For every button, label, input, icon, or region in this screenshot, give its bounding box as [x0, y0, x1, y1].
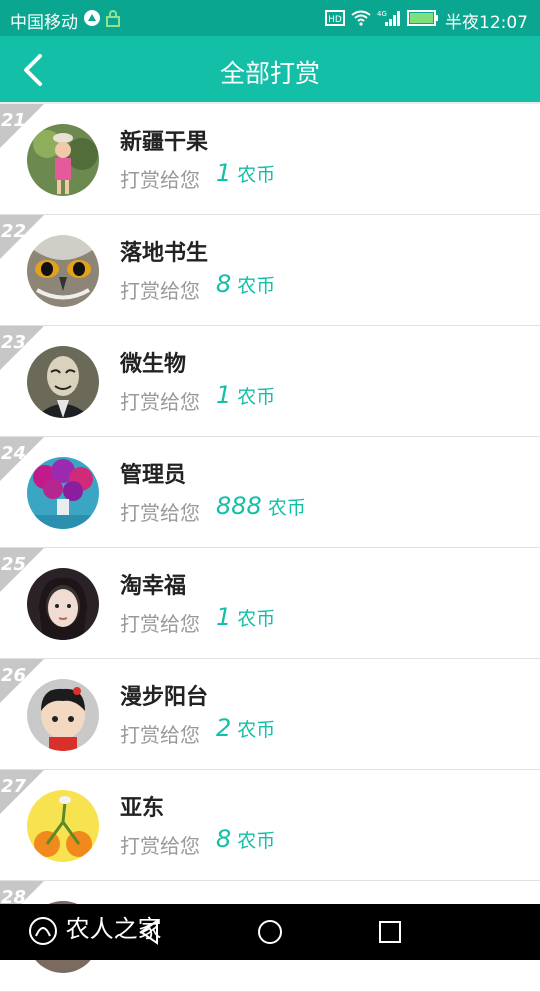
avatar[interactable] — [27, 679, 99, 751]
user-name: 淘幸福 — [120, 574, 187, 599]
list-item[interactable]: 25 淘幸福 打赏给您 1 农币 — [0, 548, 540, 659]
reward-label: 打赏给您 — [120, 723, 200, 747]
rank-number: 26 — [1, 665, 27, 686]
rank-number: 22 — [1, 221, 27, 242]
reward-amount: 888 农币 — [216, 492, 306, 520]
reward-label: 打赏给您 — [120, 279, 200, 303]
list-item[interactable]: 27 亚东 打赏给您 8 农币 — [0, 770, 540, 881]
user-name: 新疆干果 — [120, 130, 209, 155]
reward-label: 打赏给您 — [120, 834, 200, 858]
user-name: 亚东 — [120, 796, 165, 821]
rank-number: 27 — [1, 776, 27, 797]
list-item[interactable]: 22 落地书生 打赏给您 8 农币 — [0, 215, 540, 326]
user-name: 微生物 — [120, 352, 187, 377]
reward-amount: 1 农币 — [216, 381, 276, 409]
reward-list: 21 新疆干果 打赏给您 1 农币 22 落地书生 打赏给您 8 农币 23 微生物… — [0, 104, 540, 992]
status-bar: 中国移动 HD 4G 半夜12:07 — [0, 0, 540, 36]
reward-label: 打赏给您 — [120, 168, 200, 192]
triangle-back-icon — [139, 919, 158, 945]
reward-amount: 8 农币 — [216, 825, 276, 853]
recents-nav-button[interactable] — [376, 918, 404, 946]
reward-label: 打赏给您 — [120, 612, 200, 636]
circle-home-icon — [258, 920, 282, 944]
avatar[interactable] — [27, 346, 99, 418]
list-item[interactable]: 24 管理员 打赏给您 888 农币 — [0, 437, 540, 548]
rank-number: 21 — [1, 110, 27, 131]
reward-amount: 8 农币 — [216, 270, 276, 298]
system-nav-bar: 农人之家 — [0, 904, 540, 960]
list-item[interactable]: 21 新疆干果 打赏给您 1 农币 — [0, 104, 540, 215]
svg-text:HD: HD — [328, 15, 342, 25]
reward-label: 打赏给您 — [120, 390, 200, 414]
signal-icon: 4G — [377, 9, 401, 32]
carrier-label: 中国移动 — [10, 13, 78, 33]
rank-number: 24 — [1, 443, 27, 464]
back-nav-button[interactable] — [135, 918, 163, 946]
reward-amount: 1 农币 — [216, 159, 276, 187]
reward-label: 打赏给您 — [120, 501, 200, 525]
brand-logo-icon — [29, 916, 57, 945]
user-name: 落地书生 — [120, 241, 209, 266]
page-title: 全部打赏 — [219, 59, 320, 88]
reward-amount: 2 农币 — [216, 714, 276, 742]
app-notification-icon — [83, 9, 101, 32]
wifi-icon — [351, 10, 371, 31]
home-nav-button[interactable] — [256, 918, 284, 946]
user-name: 漫步阳台 — [120, 685, 209, 710]
app-bar: 全部打赏 — [0, 36, 540, 102]
avatar[interactable] — [27, 790, 99, 862]
battery-icon — [407, 10, 439, 31]
reward-amount: 1 农币 — [216, 603, 276, 631]
lock-icon — [106, 9, 120, 32]
avatar[interactable] — [27, 457, 99, 529]
hd-icon: HD — [325, 10, 345, 31]
avatar[interactable] — [27, 235, 99, 307]
user-name: 管理员 — [120, 463, 187, 488]
list-item[interactable]: 26 漫步阳台 打赏给您 2 农币 — [0, 659, 540, 770]
avatar[interactable] — [27, 124, 99, 196]
svg-text:4G: 4G — [377, 10, 387, 18]
avatar[interactable] — [27, 568, 99, 640]
rank-number: 25 — [1, 554, 27, 575]
square-recents-icon — [379, 921, 401, 943]
rank-number: 23 — [1, 332, 27, 353]
list-item[interactable]: 23 微生物 打赏给您 1 农币 — [0, 326, 540, 437]
clock: 半夜12:07 — [445, 13, 528, 33]
